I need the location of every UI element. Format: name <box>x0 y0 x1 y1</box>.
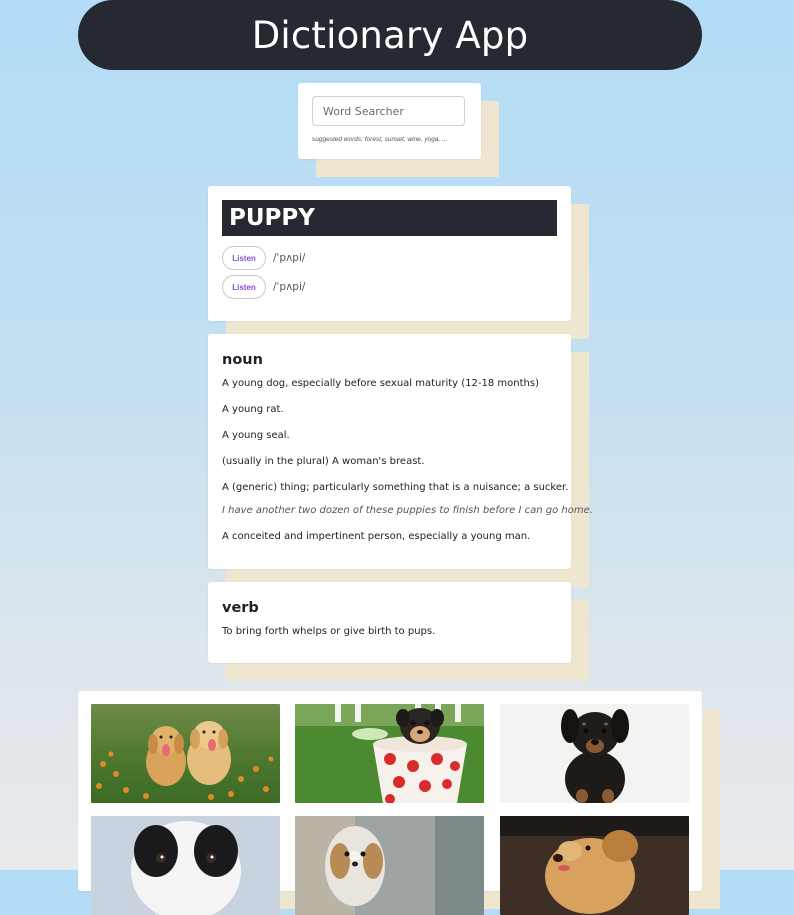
noun-card: noun A young dog, especially before sexu… <box>208 334 593 569</box>
shih-tzu-puppy-image[interactable] <box>295 816 484 915</box>
puppy-in-polka-dot-cup-image[interactable] <box>295 704 484 803</box>
definition: (usually in the plural) A woman's breast… <box>222 456 425 467</box>
phonetic-text: /ˈpʌpi/ <box>273 281 306 293</box>
listen-button[interactable]: Listen <box>222 246 266 270</box>
definition: A conceited and impertinent person, espe… <box>222 531 531 542</box>
word-card: PUPPY Listen /ˈpʌpi/ Listen /ˈpʌpi/ <box>208 186 571 321</box>
part-of-speech-title: noun <box>222 352 263 368</box>
part-of-speech-title: verb <box>222 600 259 616</box>
definition: A young rat. <box>222 404 284 415</box>
listen-button[interactable]: Listen <box>222 275 266 299</box>
definition-example: I have another two dozen of these puppie… <box>222 505 593 516</box>
black-white-puppy-image[interactable] <box>91 816 280 915</box>
phonetic-row: Listen /ˈpʌpi/ <box>222 275 305 299</box>
app-header: Dictionary App <box>78 0 702 70</box>
image-gallery <box>78 691 702 915</box>
golden-puppy-image[interactable] <box>500 816 689 915</box>
two-golden-retriever-puppies-image[interactable] <box>91 704 280 803</box>
app-title: Dictionary App <box>251 13 529 57</box>
black-puppy-image[interactable] <box>500 704 689 803</box>
phonetic-text: /ˈpʌpi/ <box>273 252 306 264</box>
search-card: suggested words: forest, sunset, wine, y… <box>298 83 481 159</box>
suggested-words: suggested words: forest, sunset, wine, y… <box>312 136 448 143</box>
definition: To bring forth whelps or give birth to p… <box>222 626 436 637</box>
definition: A young dog, especially before sexual ma… <box>222 378 539 389</box>
verb-card: verb To bring forth whelps or give birth… <box>208 582 571 663</box>
search-input[interactable] <box>312 96 465 126</box>
definition: A (generic) thing; particularly somethin… <box>222 482 569 493</box>
phonetic-row: Listen /ˈpʌpi/ <box>222 246 305 270</box>
definition: A young seal. <box>222 430 290 441</box>
word-title: PUPPY <box>222 200 557 236</box>
